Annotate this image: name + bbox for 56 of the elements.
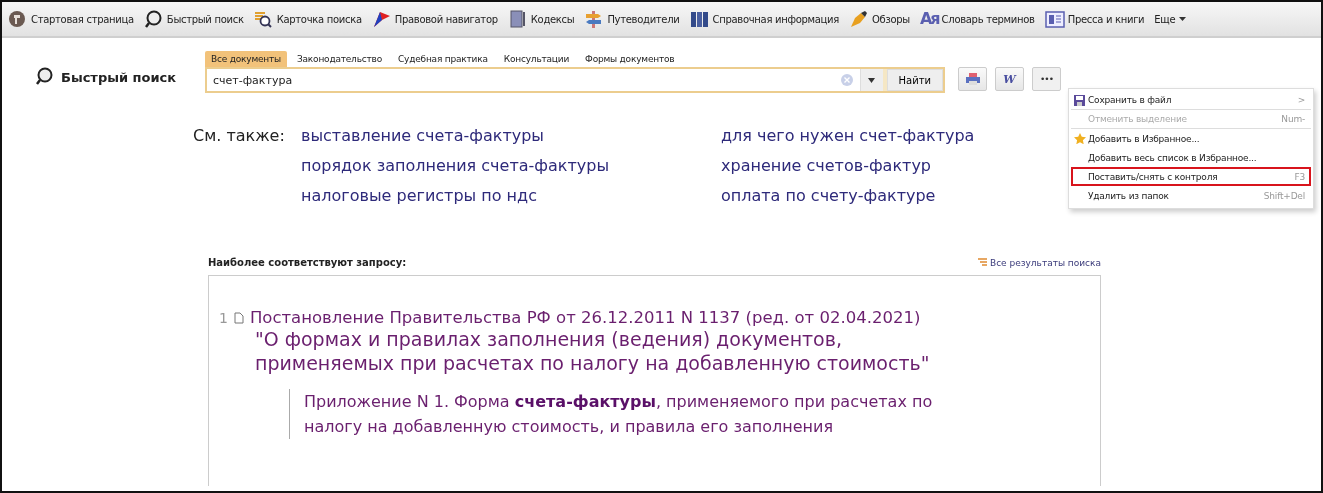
related-query-link[interactable]: оплата по счету-фактуре [721, 186, 1021, 205]
document-link[interactable]: Постановление Правительства РФ от 26.12.2011 N 1137 (ред. от 02.04.2021) [249, 308, 921, 327]
snippet-text: Приложение N 1. Форма счета-фактуры, применяемого при расчетах по налогу на добавленную стоимость, и правила его заполнения [289, 389, 1100, 439]
shortcut-label: F3 [1294, 171, 1305, 182]
related-query-link[interactable]: хранение счетов-фактур [721, 156, 1021, 175]
toolbar-item[interactable]: Пресса и книги [1044, 10, 1145, 28]
letters-icon: Ая [919, 11, 939, 27]
toolbar-item[interactable]: Кодексы [507, 10, 575, 28]
search-tab[interactable]: Законодательство [291, 51, 388, 67]
search-tab[interactable]: Судебная практика [392, 51, 494, 67]
search-card-icon [253, 10, 274, 28]
document-icon [233, 311, 244, 324]
pen-icon [849, 10, 870, 28]
shortcut-label: Num- [1281, 114, 1305, 124]
all-results-link[interactable]: Все результаты поиска [977, 257, 1101, 268]
menu-item[interactable]: Добавить в Избранное... [1071, 129, 1311, 148]
more-button[interactable]: ••• [1032, 67, 1061, 91]
star-icon [1074, 133, 1086, 144]
flag-icon [371, 10, 392, 28]
toolbar-item[interactable]: Стартовая страница [8, 10, 134, 28]
search-tab[interactable]: Формы документов [579, 51, 681, 67]
toolbar-item[interactable]: Обзоры [849, 10, 910, 28]
word-export-button[interactable]: W [995, 67, 1024, 91]
results-heading: Наиболее соответствуют запросу: [208, 257, 407, 268]
menu-item[interactable]: Добавить весь список в Избранное... [1071, 148, 1311, 167]
print-button[interactable] [958, 67, 987, 91]
caret-icon [1178, 16, 1188, 22]
menu-item[interactable]: Сохранить в файл > [1071, 91, 1311, 110]
toolbar-item[interactable]: Справочная информация [689, 10, 840, 28]
result-number: 1 [219, 309, 228, 326]
search-tab[interactable]: Консультации [497, 51, 576, 67]
shortcut-label: Shift+Del [1263, 190, 1305, 201]
list-icon [977, 258, 987, 267]
toolbar-item[interactable]: Правовой навигатор [371, 10, 498, 28]
toolbar-item[interactable]: Еще [1154, 13, 1188, 25]
menu-item[interactable]: Поставить/снять с контроля F3 [1071, 167, 1311, 186]
menu-item[interactable]: Удалить из папок Shift+Del [1071, 186, 1311, 205]
search-tab[interactable]: Все документы [205, 51, 287, 67]
toolbar-item[interactable]: Карточка поиска [253, 10, 362, 28]
related-query-link[interactable]: выставление счета-фактуры [301, 126, 721, 145]
search-icon [143, 10, 164, 28]
page-title: Быстрый поиск [61, 69, 177, 85]
related-query-link[interactable]: порядок заполнения счета-фактуры [301, 156, 721, 175]
related-query-link[interactable]: для чего нужен счет-фактура [721, 126, 1021, 145]
newspaper-icon [1044, 10, 1065, 28]
shortcut-label: > [1297, 95, 1305, 105]
toolbar-item[interactable]: Быстрый поиск [143, 10, 244, 28]
toolbar-item[interactable]: Путеводители [584, 10, 680, 28]
document-title: "О формах и правилах заполнения (ведения) документов, применяемых при расчетах по налогу на добавленную стоимость" [254, 327, 931, 375]
book-icon [507, 10, 528, 28]
search-icon [35, 67, 55, 87]
related-query-link[interactable]: налоговые регистры по ндс [301, 186, 721, 205]
printer-icon [965, 73, 980, 85]
binders-icon [689, 10, 710, 28]
see-also-label: См. также: [193, 126, 286, 147]
toolbar-item[interactable]: Ая Словарь терминов [919, 11, 1035, 27]
